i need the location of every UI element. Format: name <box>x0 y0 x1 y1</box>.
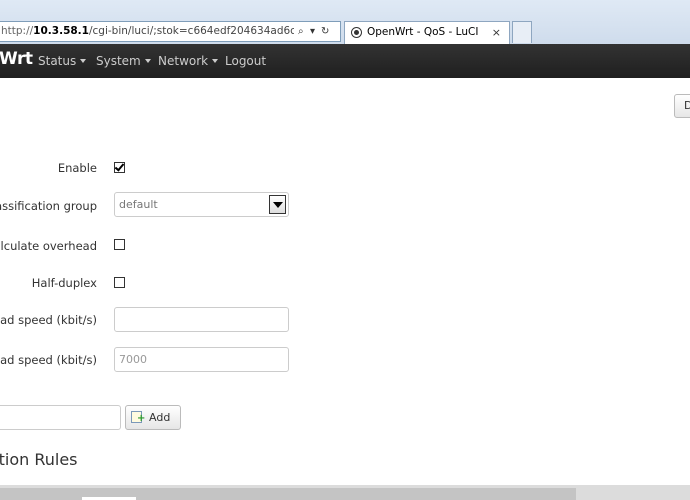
classification-group-select[interactable]: default <box>114 192 289 217</box>
half-duplex-checkbox[interactable] <box>114 277 125 288</box>
half-duplex-label: Half-duplex <box>31 276 97 290</box>
nav-logout[interactable]: Logout <box>225 54 266 68</box>
tab-title: OpenWrt - QoS - LuCI <box>367 26 479 38</box>
brand-logo[interactable]: Wrt <box>0 49 33 69</box>
download-speed-input[interactable] <box>114 307 289 332</box>
new-tab-button[interactable] <box>512 21 532 43</box>
top-right-button[interactable]: D <box>674 94 690 118</box>
add-icon <box>131 407 145 430</box>
enable-label: Enable <box>57 161 97 175</box>
nav-network-label: Network <box>158 54 209 68</box>
classification-group-label: Classification group <box>0 199 97 213</box>
caret-down-icon <box>212 59 219 63</box>
section-heading: cation Rules <box>0 450 78 469</box>
nav-status[interactable]: Status <box>38 54 87 68</box>
calculate-overhead-checkbox[interactable] <box>114 239 125 250</box>
add-button[interactable]: Add <box>125 405 181 430</box>
enable-checkbox[interactable] <box>114 162 125 173</box>
caret-down-icon <box>144 59 151 63</box>
close-icon[interactable]: × <box>492 22 501 43</box>
page-favicon-icon <box>351 27 362 38</box>
nav-system-label: System <box>96 54 141 68</box>
browser-tab[interactable]: OpenWrt - QoS - LuCI × <box>344 21 510 44</box>
upload-speed-label: Upload speed (kbit/s) <box>0 353 97 367</box>
classification-group-value: default <box>119 198 158 211</box>
calculate-overhead-label: Calculate overhead <box>0 239 97 253</box>
nav-network[interactable]: Network <box>158 54 219 68</box>
browser-chrome: http://10.3.58.1/cgi-bin/luci/;stok=c664… <box>0 0 690 45</box>
add-button-label: Add <box>149 411 171 424</box>
new-rule-name-input[interactable] <box>0 405 121 430</box>
refresh-icon[interactable]: ↻ <box>321 22 329 41</box>
address-buttons: ⌕ ▾ ↻ <box>294 22 340 41</box>
address-url: http://10.3.58.1/cgi-bin/luci/;stok=c664… <box>1 25 340 37</box>
chevron-down-icon[interactable]: ▾ <box>310 22 315 41</box>
caret-down-icon <box>80 59 87 63</box>
search-icon[interactable]: ⌕ <box>298 22 304 41</box>
download-speed-label: wnload speed (kbit/s) <box>0 313 97 327</box>
luci-header: Wrt Status System Network Logout <box>0 44 690 78</box>
chevron-down-icon[interactable] <box>269 195 286 214</box>
horizontal-scrollbar[interactable] <box>0 485 690 500</box>
address-bar[interactable]: http://10.3.58.1/cgi-bin/luci/;stok=c664… <box>0 21 341 42</box>
nav-system[interactable]: System <box>96 54 151 68</box>
nav-status-label: Status <box>38 54 77 68</box>
upload-speed-input[interactable]: 7000 <box>114 347 289 372</box>
